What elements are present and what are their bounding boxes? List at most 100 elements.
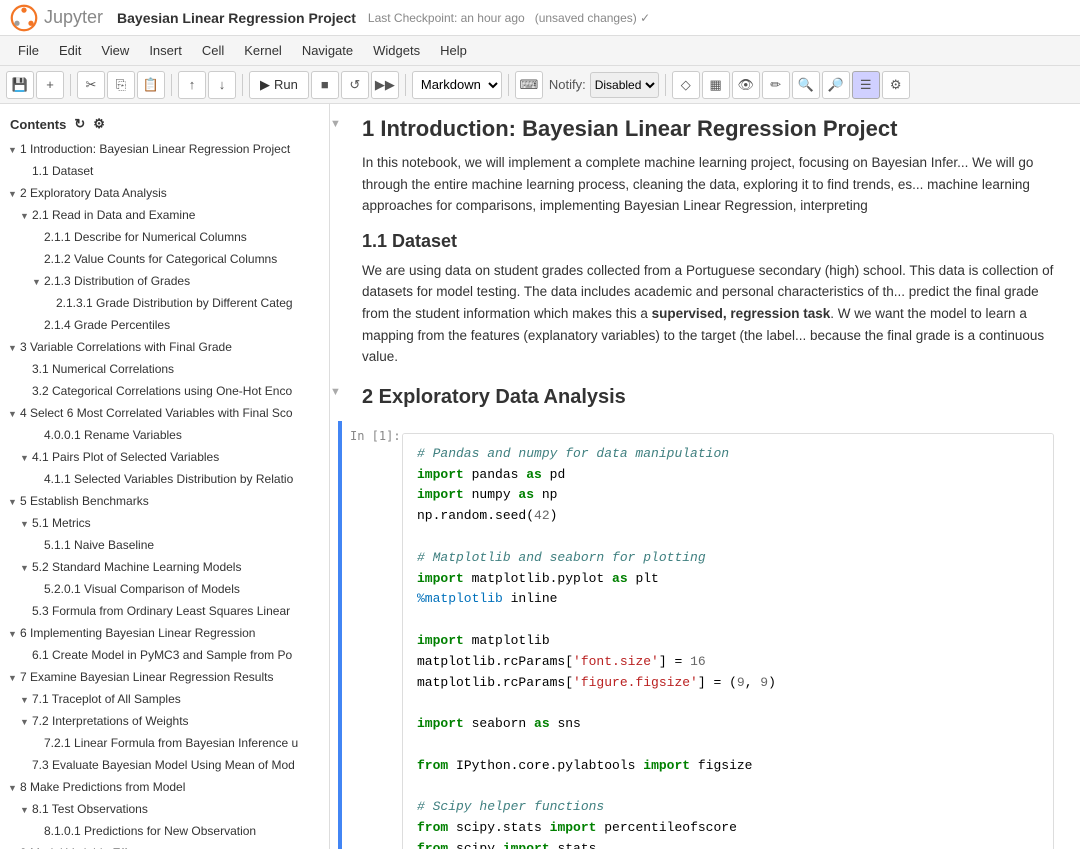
checkpoint-info: Last Checkpoint: an hour ago (unsaved ch… (368, 11, 650, 25)
code-cell-container[interactable]: # Pandas and numpy for data manipulation… (402, 433, 1054, 849)
search-button[interactable]: 🔍 (792, 71, 820, 99)
menu-widgets[interactable]: Widgets (365, 41, 428, 60)
code-line: # Matplotlib and seaborn for plotting (417, 548, 1039, 569)
code-cell-body: # Pandas and numpy for data manipulation… (402, 427, 1064, 849)
toc-list: ▼ 1 Introduction: Bayesian Linear Regress… (0, 138, 329, 849)
copy-button[interactable]: ⎘ (107, 71, 135, 99)
section1-heading-block: 1 Introduction: Bayesian Linear Regressi… (342, 112, 1080, 372)
toc-item[interactable]: 7.2.1 Linear Formula from Bayesian Infer… (0, 732, 329, 754)
section1-1-heading: 1.1 Dataset (362, 231, 1060, 252)
toc-item-label: 1 Introduction: Bayesian Linear Regressi… (20, 142, 290, 156)
menu-view[interactable]: View (93, 41, 137, 60)
toc-item[interactable]: ▼5 Establish Benchmarks (0, 490, 329, 512)
notify-select[interactable]: Disabled Enabled (590, 72, 659, 98)
notebook-title[interactable]: Bayesian Linear Regression Project (117, 10, 356, 26)
toc-item[interactable]: ▼2.1.3 Distribution of Grades (0, 270, 329, 292)
move-down-button[interactable]: ↓ (208, 71, 236, 99)
separator-1 (70, 74, 71, 96)
cut-button[interactable]: ✂ (77, 71, 105, 99)
menu-insert[interactable]: Insert (141, 41, 190, 60)
run-button[interactable]: ▶ Run (249, 71, 309, 99)
toc-arrow: ▼ (8, 408, 20, 422)
toc-arrow: ▼ (8, 628, 20, 642)
toc-item-label: 7.1 Traceplot of All Samples (32, 692, 181, 706)
section2-heading: 2 Exploratory Data Analysis (362, 386, 1060, 409)
toc-item[interactable]: 2.1.4 Grade Percentiles (0, 314, 329, 336)
toc-item[interactable]: 5.1.1 Naive Baseline (0, 534, 329, 556)
search-replace-button[interactable]: 🔎 (822, 71, 850, 99)
menu-file[interactable]: File (10, 41, 47, 60)
section1-p1: In this notebook, we will implement a co… (362, 152, 1060, 217)
sidebar-toc: Contents ↻ ⚙ ▼ 1 Introduction: Bayesian L… (0, 104, 330, 849)
interrupt-button[interactable]: ■ (311, 71, 339, 99)
toc-item[interactable]: ▼4.1 Pairs Plot of Selected Variables (0, 446, 329, 468)
toc-item[interactable]: ▼4 Select 6 Most Correlated Variables wi… (0, 402, 329, 424)
toc-item-label: 7 Examine Bayesian Linear Regression Res… (20, 670, 273, 684)
toc-item[interactable]: 3.1 Numerical Correlations (0, 358, 329, 380)
toc-item-label: 2.1.1 Describe for Numerical Columns (44, 230, 247, 244)
separator-6 (665, 74, 666, 96)
sidebar-header: Contents ↻ ⚙ (0, 112, 329, 138)
toc-item[interactable]: ▼3 Variable Correlations with Final Grad… (0, 336, 329, 358)
toc-item[interactable]: 5.3 Formula from Ordinary Least Squares … (0, 600, 329, 622)
keyboard-shortcuts-button[interactable]: ⌨ (515, 71, 543, 99)
save-button[interactable]: 💾 (6, 71, 34, 99)
toc-item[interactable]: 7.3 Evaluate Bayesian Model Using Mean o… (0, 754, 329, 776)
toc-item[interactable]: 2.1.2 Value Counts for Categorical Colum… (0, 248, 329, 270)
toc-item[interactable]: 8.1.0.1 Predictions for New Observation (0, 820, 329, 842)
toc-item[interactable]: ▼7.2 Interpretations of Weights (0, 710, 329, 732)
toc-arrow: ▼ (8, 496, 20, 510)
collapse-arrow-1[interactable]: ▼ (330, 118, 341, 130)
collapse-arrow-2[interactable]: ▼ (330, 386, 341, 398)
jupyter-logo: Jupyter (10, 4, 103, 32)
toc-item[interactable]: 9 Model Variable Effects (0, 842, 329, 849)
settings-button[interactable]: ⚙ (882, 71, 910, 99)
add-cell-button[interactable]: + (36, 71, 64, 99)
toc-item[interactable]: 2.1.1 Describe for Numerical Columns (0, 226, 329, 248)
menu-kernel[interactable]: Kernel (236, 41, 290, 60)
toc-item[interactable]: 4.1.1 Selected Variables Distribution by… (0, 468, 329, 490)
toc-item[interactable]: ▼2.1 Read in Data and Examine (0, 204, 329, 226)
menu-help[interactable]: Help (432, 41, 475, 60)
restart-run-button[interactable]: ▶▶ (371, 71, 399, 99)
settings-icon[interactable]: ⚙ (93, 116, 105, 132)
menu-edit[interactable]: Edit (51, 41, 89, 60)
restart-button[interactable]: ↺ (341, 71, 369, 99)
toc-item[interactable]: 6.1 Create Model in PyMC3 and Sample fro… (0, 644, 329, 666)
toc-item[interactable]: ▼5.1 Metrics (0, 512, 329, 534)
toc-item[interactable]: ▼6 Implementing Bayesian Linear Regressi… (0, 622, 329, 644)
move-up-button[interactable]: ↑ (178, 71, 206, 99)
extension-button-4[interactable]: ✏ (762, 71, 790, 99)
extension-button-1[interactable]: ◇ (672, 71, 700, 99)
toc-item[interactable]: 3.2 Categorical Correlations using One-H… (0, 380, 329, 402)
code-line: import numpy as np (417, 485, 1039, 506)
toc-item[interactable]: ▼5.2 Standard Machine Learning Models (0, 556, 329, 578)
toc-button[interactable]: ☰ (852, 71, 880, 99)
toc-item[interactable]: 5.2.0.1 Visual Comparison of Models (0, 578, 329, 600)
toc-item[interactable]: 1.1 Dataset (0, 160, 329, 182)
code-content[interactable]: # Pandas and numpy for data manipulation… (403, 434, 1053, 849)
toc-item[interactable]: ▼8 Make Predictions from Model (0, 776, 329, 798)
section2-heading-block: 2 Exploratory Data Analysis (342, 382, 1080, 421)
menu-navigate[interactable]: Navigate (294, 41, 361, 60)
toc-item[interactable]: ▼8.1 Test Observations (0, 798, 329, 820)
code-line (417, 610, 1039, 631)
toc-item[interactable]: ▼7.1 Traceplot of All Samples (0, 688, 329, 710)
extension-button-3[interactable]: 👁 (732, 71, 760, 99)
toc-arrow: ▼ (32, 276, 44, 290)
cell-prompt: In [1]: (342, 421, 402, 443)
toc-item[interactable]: ▼1 Introduction: Bayesian Linear Regress… (0, 138, 329, 160)
toc-item-label: 8.1 Test Observations (32, 802, 148, 816)
toc-item[interactable]: ▼2 Exploratory Data Analysis (0, 182, 329, 204)
toc-item[interactable]: 4.0.0.1 Rename Variables (0, 424, 329, 446)
refresh-icon[interactable]: ↻ (74, 116, 85, 132)
menu-cell[interactable]: Cell (194, 41, 232, 60)
code-line: from IPython.core.pylabtools import figs… (417, 756, 1039, 777)
paste-button[interactable]: 📋 (137, 71, 165, 99)
section1-1-p: We are using data on student grades coll… (362, 260, 1060, 368)
code-line: import seaborn as sns (417, 714, 1039, 735)
cell-type-select[interactable]: Markdown Code Raw (412, 71, 502, 99)
extension-button-2[interactable]: ▦ (702, 71, 730, 99)
toc-item[interactable]: 2.1.3.1 Grade Distribution by Different … (0, 292, 329, 314)
toc-item[interactable]: ▼7 Examine Bayesian Linear Regression Re… (0, 666, 329, 688)
